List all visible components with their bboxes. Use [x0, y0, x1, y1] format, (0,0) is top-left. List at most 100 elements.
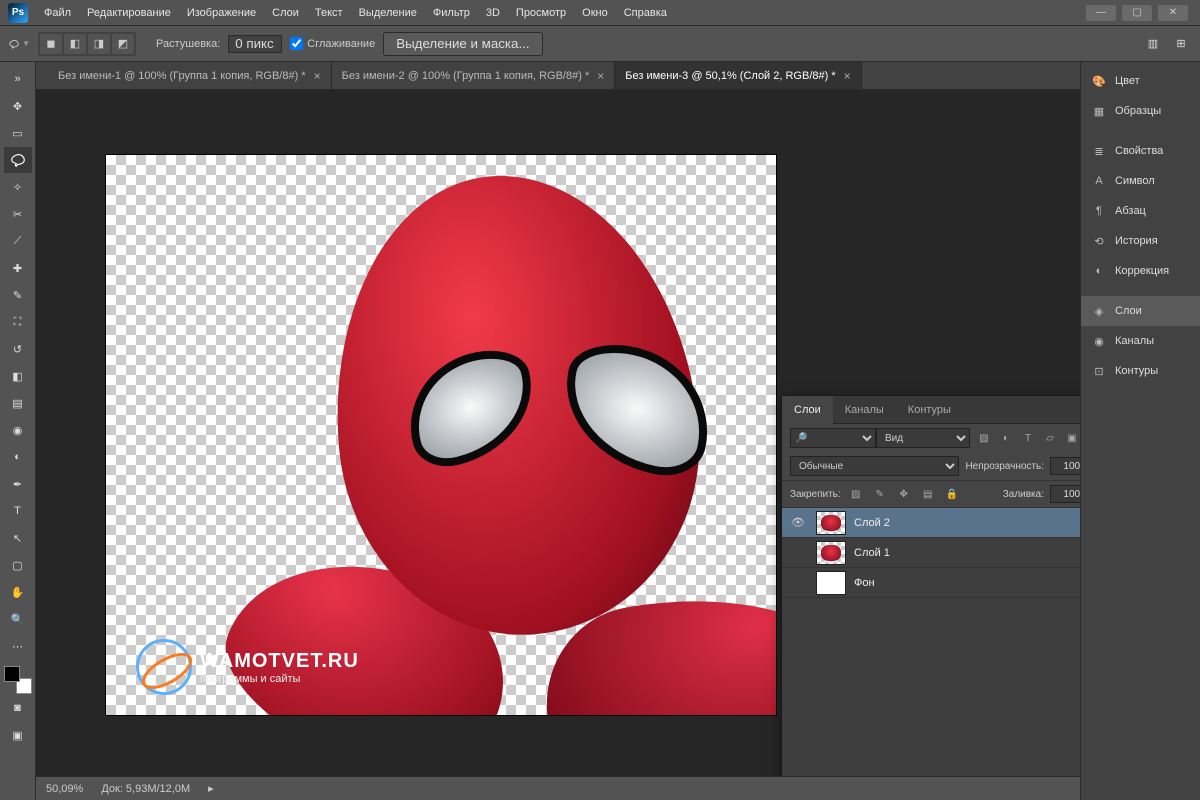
artboard-icon[interactable]: ▥ — [1142, 33, 1164, 55]
eyedropper-tool-icon[interactable]: ⟋ — [4, 228, 32, 254]
layer-filter-select[interactable]: Вид — [876, 428, 970, 448]
fg-bg-colors[interactable] — [4, 666, 32, 694]
layer-thumbnail[interactable] — [816, 541, 846, 565]
menu-edit[interactable]: Редактирование — [79, 0, 179, 26]
status-menu-icon[interactable]: ▸ — [208, 782, 214, 795]
document-tab-2[interactable]: Без имени-2 @ 100% (Группа 1 копия, RGB/… — [332, 62, 616, 89]
antialias-check-input[interactable] — [290, 37, 303, 50]
wand-tool-icon[interactable]: ✧ — [4, 174, 32, 200]
dodge-tool-icon[interactable]: ◐ — [4, 444, 32, 470]
layer-thumbnail[interactable] — [816, 511, 846, 535]
tab-paths[interactable]: Контуры — [896, 396, 963, 424]
lock-transparency-icon[interactable]: ▨ — [847, 486, 865, 502]
blend-mode-select[interactable]: Обычные — [790, 456, 959, 476]
document-tab-1[interactable]: Без имени-1 @ 100% (Группа 1 копия, RGB/… — [48, 62, 332, 89]
layer-name[interactable]: Слой 2 — [854, 517, 890, 529]
layer-thumbnail[interactable] — [816, 571, 846, 595]
fill-input[interactable] — [1050, 485, 1080, 503]
menu-text[interactable]: Текст — [307, 0, 351, 26]
layer-row[interactable]: Слой 1 — [782, 538, 1080, 568]
layer-row[interactable]: Фон — [782, 568, 1080, 598]
frame-icon[interactable]: ⊞ — [1170, 33, 1192, 55]
tab-layers[interactable]: Слои — [782, 396, 833, 424]
selection-subtract-icon[interactable]: ◨ — [88, 34, 110, 54]
menu-view[interactable]: Просмотр — [508, 0, 574, 26]
filter-pixel-icon[interactable]: ▨ — [976, 430, 992, 446]
menu-filter[interactable]: Фильтр — [425, 0, 478, 26]
eraser-tool-icon[interactable]: ◧ — [4, 363, 32, 389]
canvas-area[interactable]: WAMOTVET.RU программы и сайты Слои Канал… — [36, 90, 1080, 776]
panel-character[interactable]: AСимвол — [1081, 166, 1200, 196]
menu-file[interactable]: Файл — [36, 0, 79, 26]
panel-color[interactable]: 🎨Цвет — [1081, 66, 1200, 96]
layer-name[interactable]: Фон — [854, 577, 875, 589]
lock-all-icon[interactable]: 🔒 — [943, 486, 961, 502]
tab-close-icon[interactable]: × — [844, 69, 851, 83]
lock-artboard-icon[interactable]: ▤ — [919, 486, 937, 502]
panel-adjustments[interactable]: ◐Коррекция — [1081, 256, 1200, 286]
history-brush-tool-icon[interactable]: ↺ — [4, 336, 32, 362]
move-tool-icon[interactable]: ✥ — [4, 93, 32, 119]
quickmask-icon[interactable]: ◙ — [4, 695, 32, 721]
filter-shape-icon[interactable]: ▱ — [1042, 430, 1058, 446]
blur-tool-icon[interactable]: ◉ — [4, 417, 32, 443]
menu-3d[interactable]: 3D — [478, 0, 508, 26]
layer-name[interactable]: Слой 1 — [854, 547, 890, 559]
panel-properties[interactable]: ≣Свойства — [1081, 136, 1200, 166]
brush-tool-icon[interactable]: ✎ — [4, 282, 32, 308]
visibility-icon[interactable]: 👁 — [788, 516, 808, 529]
hand-tool-icon[interactable]: ✋ — [4, 579, 32, 605]
menu-help[interactable]: Справка — [616, 0, 675, 26]
filter-adjust-icon[interactable]: ◐ — [998, 430, 1014, 446]
filter-type-icon[interactable]: T — [1020, 430, 1036, 446]
gradient-tool-icon[interactable]: ▤ — [4, 390, 32, 416]
selection-new-icon[interactable]: ◼ — [40, 34, 62, 54]
layers-panel[interactable]: Слои Каналы Контуры » | ≡ 🔎 — [781, 395, 1080, 776]
zoom-tool-icon[interactable]: 🔍 — [4, 606, 32, 632]
tab-channels[interactable]: Каналы — [833, 396, 896, 424]
panel-paths[interactable]: ⊡Контуры — [1081, 356, 1200, 386]
layer-row[interactable]: 👁 Слой 2 — [782, 508, 1080, 538]
pen-tool-icon[interactable]: ✒ — [4, 471, 32, 497]
panel-channels[interactable]: ◉Каналы — [1081, 326, 1200, 356]
tab-close-icon[interactable]: × — [597, 69, 604, 83]
selection-add-icon[interactable]: ◧ — [64, 34, 86, 54]
panel-history[interactable]: ⟲История — [1081, 226, 1200, 256]
stamp-tool-icon[interactable]: ⛶ — [4, 309, 32, 335]
close-icon[interactable]: ✕ — [1158, 5, 1188, 21]
filter-smart-icon[interactable]: ▣ — [1064, 430, 1080, 446]
document-tab-3[interactable]: Без имени-3 @ 50,1% (Слой 2, RGB/8#) * × — [615, 62, 861, 89]
collapse-icon[interactable]: » — [4, 66, 32, 92]
rectangle-tool-icon[interactable]: ▢ — [4, 552, 32, 578]
tab-close-icon[interactable]: × — [314, 69, 321, 83]
menu-image[interactable]: Изображение — [179, 0, 264, 26]
antialias-checkbox[interactable]: Сглаживание — [290, 37, 375, 50]
panel-swatches[interactable]: ▦Образцы — [1081, 96, 1200, 126]
layer-filter-kind[interactable]: 🔎 Вид — [790, 428, 970, 448]
active-tool-lasso-icon[interactable]: ▼ — [8, 33, 30, 55]
document-canvas[interactable]: WAMOTVET.RU программы и сайты — [106, 155, 776, 715]
heal-tool-icon[interactable]: ✚ — [4, 255, 32, 281]
panel-layers[interactable]: ◈Слои — [1081, 296, 1200, 326]
crop-tool-icon[interactable]: ✂ — [4, 201, 32, 227]
menu-window[interactable]: Окно — [574, 0, 616, 26]
opacity-input[interactable] — [1050, 457, 1080, 475]
maximize-icon[interactable]: ▢ — [1122, 5, 1152, 21]
panel-paragraph[interactable]: ¶Абзац — [1081, 196, 1200, 226]
marquee-tool-icon[interactable]: ▭ — [4, 120, 32, 146]
minimize-icon[interactable]: — — [1086, 5, 1116, 21]
menu-select[interactable]: Выделение — [351, 0, 425, 26]
type-tool-icon[interactable]: T — [4, 498, 32, 524]
select-and-mask-button[interactable]: Выделение и маска... — [383, 32, 542, 56]
selection-intersect-icon[interactable]: ◩ — [112, 34, 134, 54]
zoom-level[interactable]: 50,09% — [46, 783, 83, 795]
edit-toolbar-icon[interactable]: ⋯ — [4, 633, 32, 659]
doc-size[interactable]: Док: 5,93M/12,0M — [101, 783, 190, 795]
lock-pixels-icon[interactable]: ✎ — [871, 486, 889, 502]
lock-position-icon[interactable]: ✥ — [895, 486, 913, 502]
screenmode-icon[interactable]: ▣ — [4, 722, 32, 748]
menu-layer[interactable]: Слои — [264, 0, 307, 26]
feather-input[interactable] — [228, 35, 282, 53]
fg-color-icon[interactable] — [4, 666, 20, 682]
path-select-tool-icon[interactable]: ↖ — [4, 525, 32, 551]
